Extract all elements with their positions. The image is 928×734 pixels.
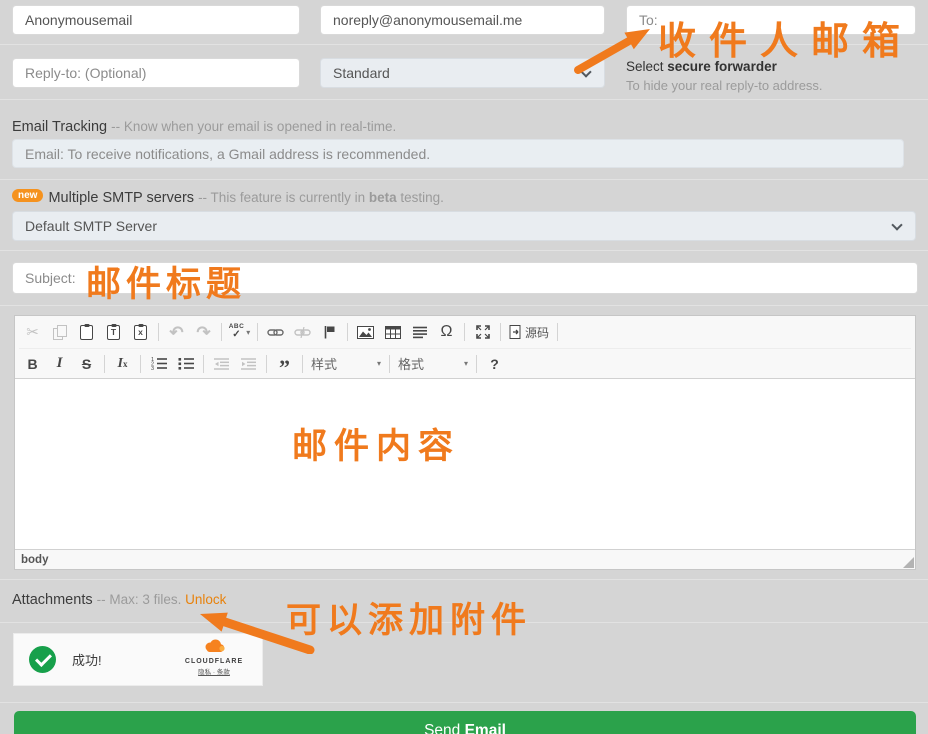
divider [0,702,928,703]
toolbar-row-1: ✂ T x ↶ ↷ ABC✓ ▾ [19,316,911,348]
new-badge: new [12,189,43,202]
strikethrough-icon[interactable]: S [74,352,99,376]
cloudflare-brand: CLOUDFLARE 隐私 · 条款 [174,639,254,676]
maximize-icon[interactable] [470,320,495,344]
italic-icon[interactable]: I [47,352,72,376]
toolbar-separator [158,323,159,341]
rich-text-editor: ✂ T x ↶ ↷ ABC✓ ▾ [14,315,916,570]
toolbar-separator [140,355,141,373]
copy-icon[interactable] [47,320,72,344]
smtp-select[interactable]: Default SMTP Server [12,211,916,241]
forwarder-hint-sub: To hide your real reply-to address. [626,78,823,93]
unlock-link[interactable]: Unlock [185,592,226,607]
decrease-indent-icon[interactable] [209,352,234,376]
remove-format-icon[interactable]: Ix [110,352,135,376]
caret-down-icon: ▾ [246,328,250,337]
caret-down-icon: ▾ [377,359,381,368]
paste-from-word-icon[interactable]: x [128,320,153,344]
attachments-label: Attachments [12,592,93,608]
subject-input[interactable] [12,262,918,294]
annotation-attachments-note: 可以添加附件 [286,592,532,643]
divider [0,99,928,100]
toolbar-separator [302,355,303,373]
about-icon[interactable]: ? [482,352,507,376]
cloudflare-cloud-icon [201,639,227,653]
resize-handle-icon[interactable] [903,557,914,568]
toolbar-separator [557,323,558,341]
insert-image-icon[interactable] [353,320,378,344]
divider [0,250,928,251]
undo-icon[interactable]: ↶ [164,320,189,344]
toolbar-separator [476,355,477,373]
smtp-label: newMultiple SMTP servers -- This feature… [12,189,444,206]
from-name-input[interactable] [12,5,300,35]
toolbar-separator [266,355,267,373]
forwarder-select[interactable]: Standard [320,58,605,88]
send-email-button[interactable]: Send Email [14,711,916,734]
to-input[interactable] [626,5,916,35]
forwarder-hint: Select secure forwarder To hide your rea… [626,59,823,93]
toolbar-separator [347,323,348,341]
toolbar-separator [104,355,105,373]
success-check-icon [29,646,56,673]
spellcheck-icon[interactable]: ABC✓ ▾ [227,320,252,344]
special-character-icon[interactable]: Ω [434,320,459,344]
styles-dropdown-label: 样式 [311,354,337,373]
horizontal-line-icon[interactable] [407,320,432,344]
numbered-list-icon[interactable]: 123 [146,352,171,376]
blockquote-icon[interactable]: ” [272,352,297,376]
source-button[interactable]: 源码 [506,320,552,344]
toolbar-separator [389,355,390,373]
captcha-status: 成功! [72,650,102,669]
element-path[interactable]: body [21,554,48,566]
paste-icon[interactable] [74,320,99,344]
email-tracking-label: Email Tracking -- Know when your email i… [12,119,396,135]
divider [0,305,928,306]
toolbar-separator [203,355,204,373]
paste-as-text-icon[interactable]: T [101,320,126,344]
from-email-input[interactable] [320,5,605,35]
source-page-icon [509,325,522,339]
toolbar-separator [221,323,222,341]
chevron-down-icon [891,219,902,230]
compose-email-page: Standard Select secure forwarder To hide… [0,0,928,734]
tracking-email-input[interactable] [12,139,904,168]
reply-to-input[interactable] [12,58,300,88]
bold-icon[interactable]: B [20,352,45,376]
link-icon[interactable] [263,320,288,344]
divider [0,179,928,180]
cloudflare-turnstile-widget[interactable]: 成功! CLOUDFLARE 隐私 · 条款 [13,633,263,686]
anchor-flag-icon[interactable] [317,320,342,344]
format-dropdown-label: 格式 [398,354,424,373]
forwarder-selected-value: Standard [333,65,390,81]
chevron-down-icon [580,66,591,77]
toolbar-separator [257,323,258,341]
bulleted-list-icon[interactable] [173,352,198,376]
forwarder-hint-title: Select secure forwarder [626,59,823,74]
divider [0,44,928,45]
format-dropdown[interactable]: 格式 ▾ [394,352,472,376]
editor-body[interactable] [15,379,915,549]
redo-icon[interactable]: ↷ [191,320,216,344]
styles-dropdown[interactable]: 样式 ▾ [307,352,385,376]
toolbar-separator [464,323,465,341]
attachments-row: Attachments -- Max: 3 files. Unlock [12,592,226,608]
caret-down-icon: ▾ [464,359,468,368]
editor-path-bar: body [15,549,915,569]
editor-toolbar: ✂ T x ↶ ↷ ABC✓ ▾ [15,316,915,379]
svg-text:3: 3 [151,366,154,370]
privacy-terms-links[interactable]: 隐私 · 条款 [174,666,254,676]
source-button-label: 源码 [525,324,549,341]
divider [0,622,928,623]
increase-indent-icon[interactable] [236,352,261,376]
smtp-selected-value: Default SMTP Server [25,218,157,234]
unlink-icon[interactable] [290,320,315,344]
divider [0,579,928,580]
cloudflare-brand-name: CLOUDFLARE [174,658,254,665]
toolbar-separator [500,323,501,341]
cut-icon[interactable]: ✂ [20,320,45,344]
toolbar-row-2: B I S Ix 123 ” [19,348,911,378]
insert-table-icon[interactable] [380,320,405,344]
